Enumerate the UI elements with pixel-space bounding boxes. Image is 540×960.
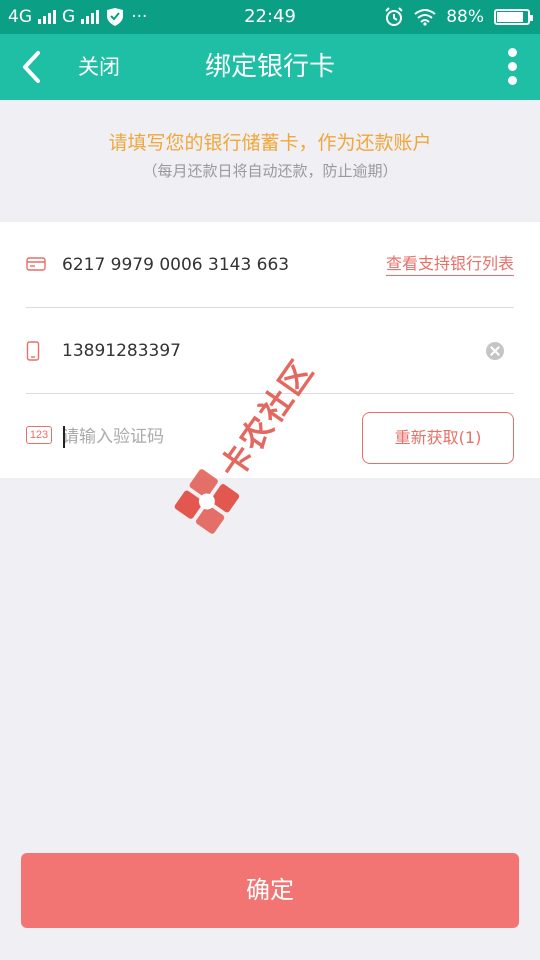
resend-code-button[interactable]: 重新获取(1) bbox=[362, 412, 514, 464]
hint-sub-text: （每月还款日将自动还款，防止逾期） bbox=[142, 162, 398, 180]
phone-icon bbox=[26, 341, 40, 361]
text-caret bbox=[63, 426, 65, 448]
battery-fill bbox=[497, 12, 524, 22]
status-right: 88% bbox=[384, 0, 533, 34]
code-icon: 123 bbox=[26, 426, 52, 444]
card-number-row: 6217 9979 0006 3143 663 查看支持银行列表 bbox=[26, 222, 514, 308]
card-number-value[interactable]: 6217 9979 0006 3143 663 bbox=[62, 222, 289, 308]
wifi-icon bbox=[414, 9, 436, 26]
phone-value[interactable]: 13891283397 bbox=[62, 308, 181, 394]
battery-icon bbox=[494, 9, 533, 25]
battery-percent: 88% bbox=[446, 7, 484, 27]
page-title: 绑定银行卡 bbox=[204, 52, 335, 82]
supported-banks-link[interactable]: 查看支持银行列表 bbox=[385, 254, 514, 276]
clear-icon[interactable] bbox=[486, 342, 504, 360]
alarm-icon bbox=[385, 7, 403, 26]
hint-section: 请填写您的银行储蓄卡，作为还款账户 （每月还款日将自动还款，防止逾期） bbox=[0, 100, 540, 222]
bank-card-icon bbox=[26, 257, 46, 271]
hint-main-text: 请填写您的银行储蓄卡，作为还款账户 bbox=[108, 132, 432, 154]
more-menu-icon[interactable] bbox=[506, 48, 518, 88]
nav-bar: 关闭 绑定银行卡 bbox=[0, 34, 540, 100]
status-bar: 4G G ··· 22:49 88% bbox=[0, 0, 540, 34]
confirm-button[interactable]: 确定 bbox=[21, 853, 519, 928]
